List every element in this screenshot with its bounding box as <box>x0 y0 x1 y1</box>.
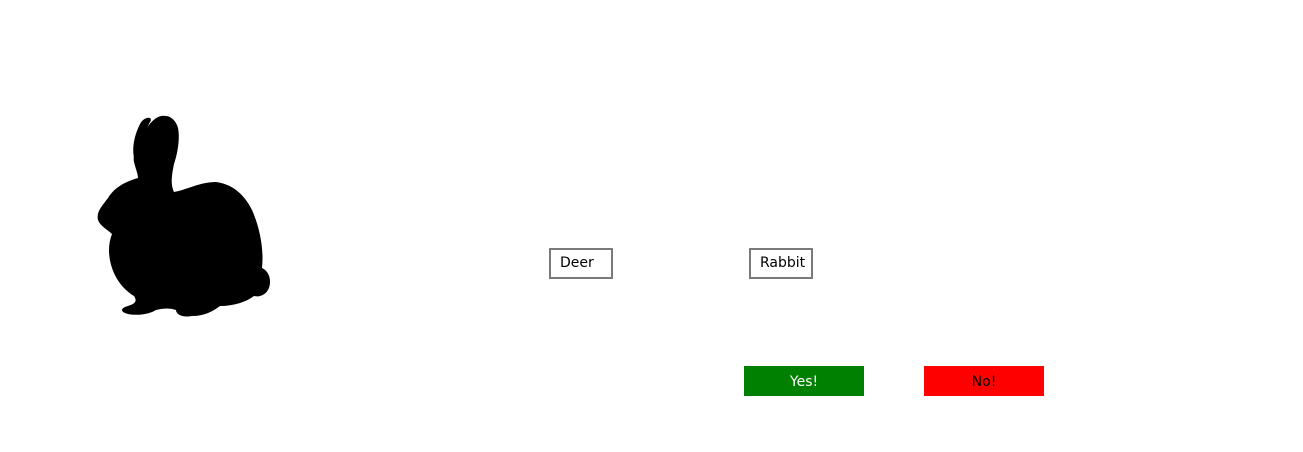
yes-button[interactable]: Yes! <box>744 366 864 396</box>
no-button[interactable]: No! <box>924 366 1044 396</box>
choice-rabbit-button[interactable]: Rabbit <box>749 248 813 279</box>
rabbit-silhouette-icon <box>94 112 274 320</box>
choice-deer-button[interactable]: Deer <box>549 248 613 279</box>
